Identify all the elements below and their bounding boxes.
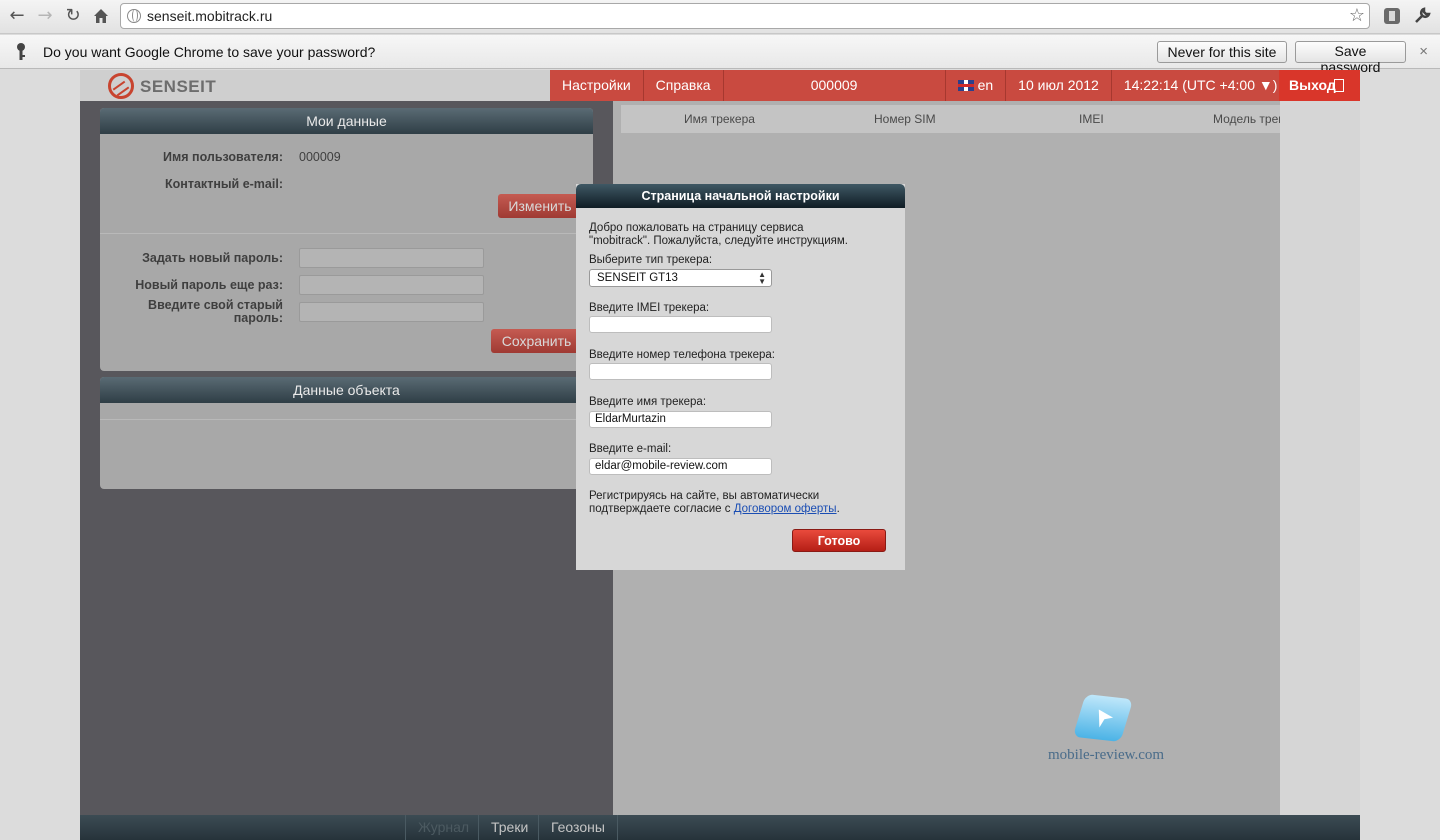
exit-button[interactable]: Выход — [1279, 70, 1360, 101]
intro-line-1: Добро пожаловать на страницу сервиса — [589, 222, 804, 234]
timezone-dropdown[interactable]: 14:22:14 (UTC +4:00 ▼) — [1112, 70, 1291, 101]
tab-journal[interactable]: Журнал — [405, 815, 481, 840]
email-input-label: Введите e-mail: — [589, 443, 672, 455]
account-id: 000009 — [724, 70, 946, 101]
email-label: Контактный e-mail: — [165, 177, 283, 191]
my-data-panel: Мои данные Имя пользователя: 000009 Конт… — [100, 108, 593, 371]
my-data-title: Мои данные — [100, 108, 593, 134]
key-icon — [14, 42, 28, 62]
imei-input[interactable] — [589, 316, 772, 333]
home-icon[interactable] — [89, 5, 113, 27]
terms-line-1: Регистрируясь на сайте, вы автоматически — [589, 490, 820, 502]
logo-text: SENSEIT — [140, 77, 217, 96]
terms-line-2: подтверждаете согласие с Договором оферт… — [589, 503, 840, 516]
terms-prefix: подтверждаете согласие с — [589, 503, 734, 515]
tracker-type-label: Выберите тип трекера: — [589, 254, 713, 266]
done-button[interactable]: Готово — [792, 529, 886, 552]
back-icon[interactable]: ← — [5, 5, 29, 27]
column-tracker-name[interactable]: Имя трекера — [684, 112, 755, 126]
forward-icon[interactable]: → — [33, 5, 57, 27]
repeat-password-input[interactable] — [299, 275, 484, 295]
senseit-logo-icon — [108, 73, 134, 99]
intro-line-2: "mobitrack". Пожалуйста, следуйте инстру… — [589, 235, 848, 247]
phone-label: Введите номер телефона трекера: — [589, 349, 775, 361]
tab-tracks[interactable]: Треки — [478, 815, 540, 840]
save-password-button[interactable]: Save password — [1295, 41, 1406, 75]
offer-agreement-link[interactable]: Договором оферты — [734, 503, 837, 515]
never-for-this-site-button[interactable]: Never for this site — [1157, 41, 1287, 63]
email-input[interactable]: eldar@mobile-review.com — [589, 458, 772, 475]
username-label: Имя пользователя: — [163, 150, 283, 164]
evernote-extension-icon[interactable] — [1382, 6, 1402, 26]
reload-icon[interactable]: ↻ — [61, 5, 85, 27]
right-strip — [1280, 101, 1360, 840]
site-header: SENSEIT Настройки Справка 000009 en 10 и… — [80, 70, 1360, 101]
language-label: en — [977, 77, 994, 93]
divider — [100, 233, 593, 234]
browser-toolbar: ← → ↻ senseit.mobitrack.ru ☆ — [0, 0, 1440, 34]
repeat-password-label: Новый пароль еще раз: — [135, 278, 283, 292]
tracker-name-label: Введите имя трекера: — [589, 396, 707, 408]
save-password-infobar: Do you want Google Chrome to save your p… — [0, 35, 1440, 75]
new-password-label: Задать новый пароль: — [142, 251, 283, 265]
url-text: senseit.mobitrack.ru — [147, 8, 273, 24]
wrench-icon[interactable] — [1412, 6, 1432, 26]
tracker-type-value: SENSEIT GT13 — [597, 272, 678, 284]
infobar-message: Do you want Google Chrome to save your p… — [43, 44, 376, 60]
username-value: 000009 — [299, 150, 341, 164]
menu-settings[interactable]: Настройки — [550, 70, 644, 101]
watermark-text: mobile-review.com — [1048, 747, 1165, 763]
page-info-icon[interactable] — [127, 9, 141, 23]
dialog-title: Страница начальной настройки — [576, 184, 905, 208]
tracker-name-input[interactable]: EldarMurtazin — [589, 411, 772, 428]
save-button[interactable]: Сохранить — [491, 329, 582, 353]
change-button[interactable]: Изменить — [498, 194, 582, 218]
tracker-type-select[interactable]: SENSEIT GT13 ▲ ▼ — [589, 269, 772, 287]
terms-suffix: . — [836, 503, 840, 515]
tab-geozones[interactable]: Геозоны — [538, 815, 618, 840]
divider — [100, 419, 593, 420]
exit-label: Выход — [1289, 77, 1336, 93]
select-arrows-icon: ▲ ▼ — [758, 270, 766, 286]
phone-input[interactable] — [589, 363, 772, 380]
tracker-table-header: Имя трекера Номер SIM IMEI Модель трекер… — [621, 105, 1321, 133]
old-password-input[interactable] — [299, 302, 484, 322]
bookmark-star-icon[interactable]: ☆ — [1349, 5, 1365, 26]
exit-door-icon — [1334, 79, 1344, 92]
initial-setup-dialog: Страница начальной настройки Добро пожал… — [576, 184, 905, 570]
uk-flag-icon — [957, 80, 974, 91]
top-menu: Настройки Справка 000009 en 10 июл 2012 … — [550, 70, 1360, 101]
current-date: 10 июл 2012 — [1006, 70, 1112, 101]
infobar-close-icon[interactable]: × — [1419, 43, 1428, 60]
address-bar[interactable]: senseit.mobitrack.ru ☆ — [120, 3, 1370, 29]
object-data-panel: Данные объекта — [100, 377, 593, 489]
language-switch[interactable]: en — [946, 70, 1007, 101]
column-sim-number[interactable]: Номер SIM — [874, 112, 936, 126]
bottom-tabs: Журнал Треки Геозоны — [80, 815, 1360, 840]
object-data-title: Данные объекта — [100, 377, 593, 403]
menu-help[interactable]: Справка — [644, 70, 724, 101]
left-column: Мои данные Имя пользователя: 000009 Конт… — [80, 101, 613, 840]
old-password-label: Введите свой старый пароль: — [148, 298, 283, 325]
new-password-input[interactable] — [299, 248, 484, 268]
imei-label: Введите IMEI трекера: — [589, 302, 710, 314]
column-imei[interactable]: IMEI — [1079, 112, 1104, 126]
